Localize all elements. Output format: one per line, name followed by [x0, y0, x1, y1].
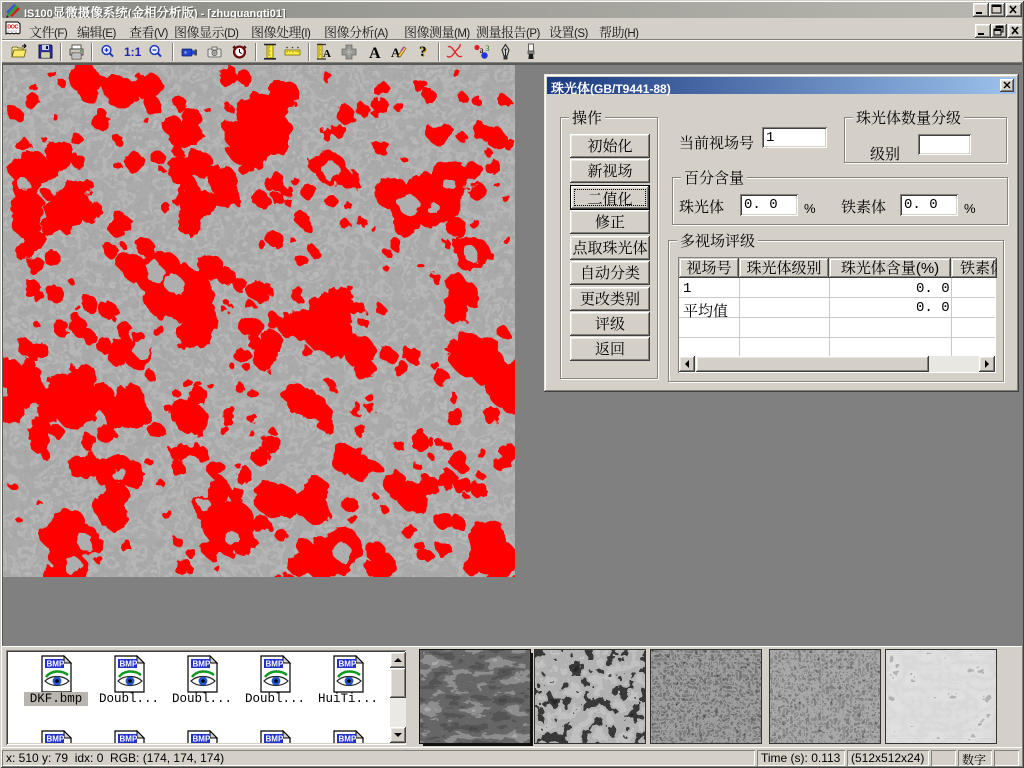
svg-text:3: 3: [486, 44, 490, 53]
svg-text:BMP: BMP: [266, 660, 284, 669]
svg-text:BMP: BMP: [47, 735, 65, 744]
svg-text:DOC: DOC: [7, 25, 18, 31]
svg-text:BMP: BMP: [120, 660, 138, 669]
svg-text:BMP: BMP: [47, 660, 65, 669]
svg-text:BMP: BMP: [339, 735, 357, 744]
svg-text:BMP: BMP: [193, 660, 211, 669]
svg-text:A: A: [323, 48, 331, 60]
svg-text:BMP: BMP: [266, 735, 284, 744]
svg-text:BMP: BMP: [120, 735, 138, 744]
svg-text:A: A: [369, 45, 381, 61]
svg-text:BMP: BMP: [339, 660, 357, 669]
svg-text:BMP: BMP: [193, 735, 211, 744]
svg-text:?: ?: [419, 44, 427, 60]
svg-text:A: A: [391, 45, 401, 60]
svg-text:1:1: 1:1: [124, 45, 141, 59]
